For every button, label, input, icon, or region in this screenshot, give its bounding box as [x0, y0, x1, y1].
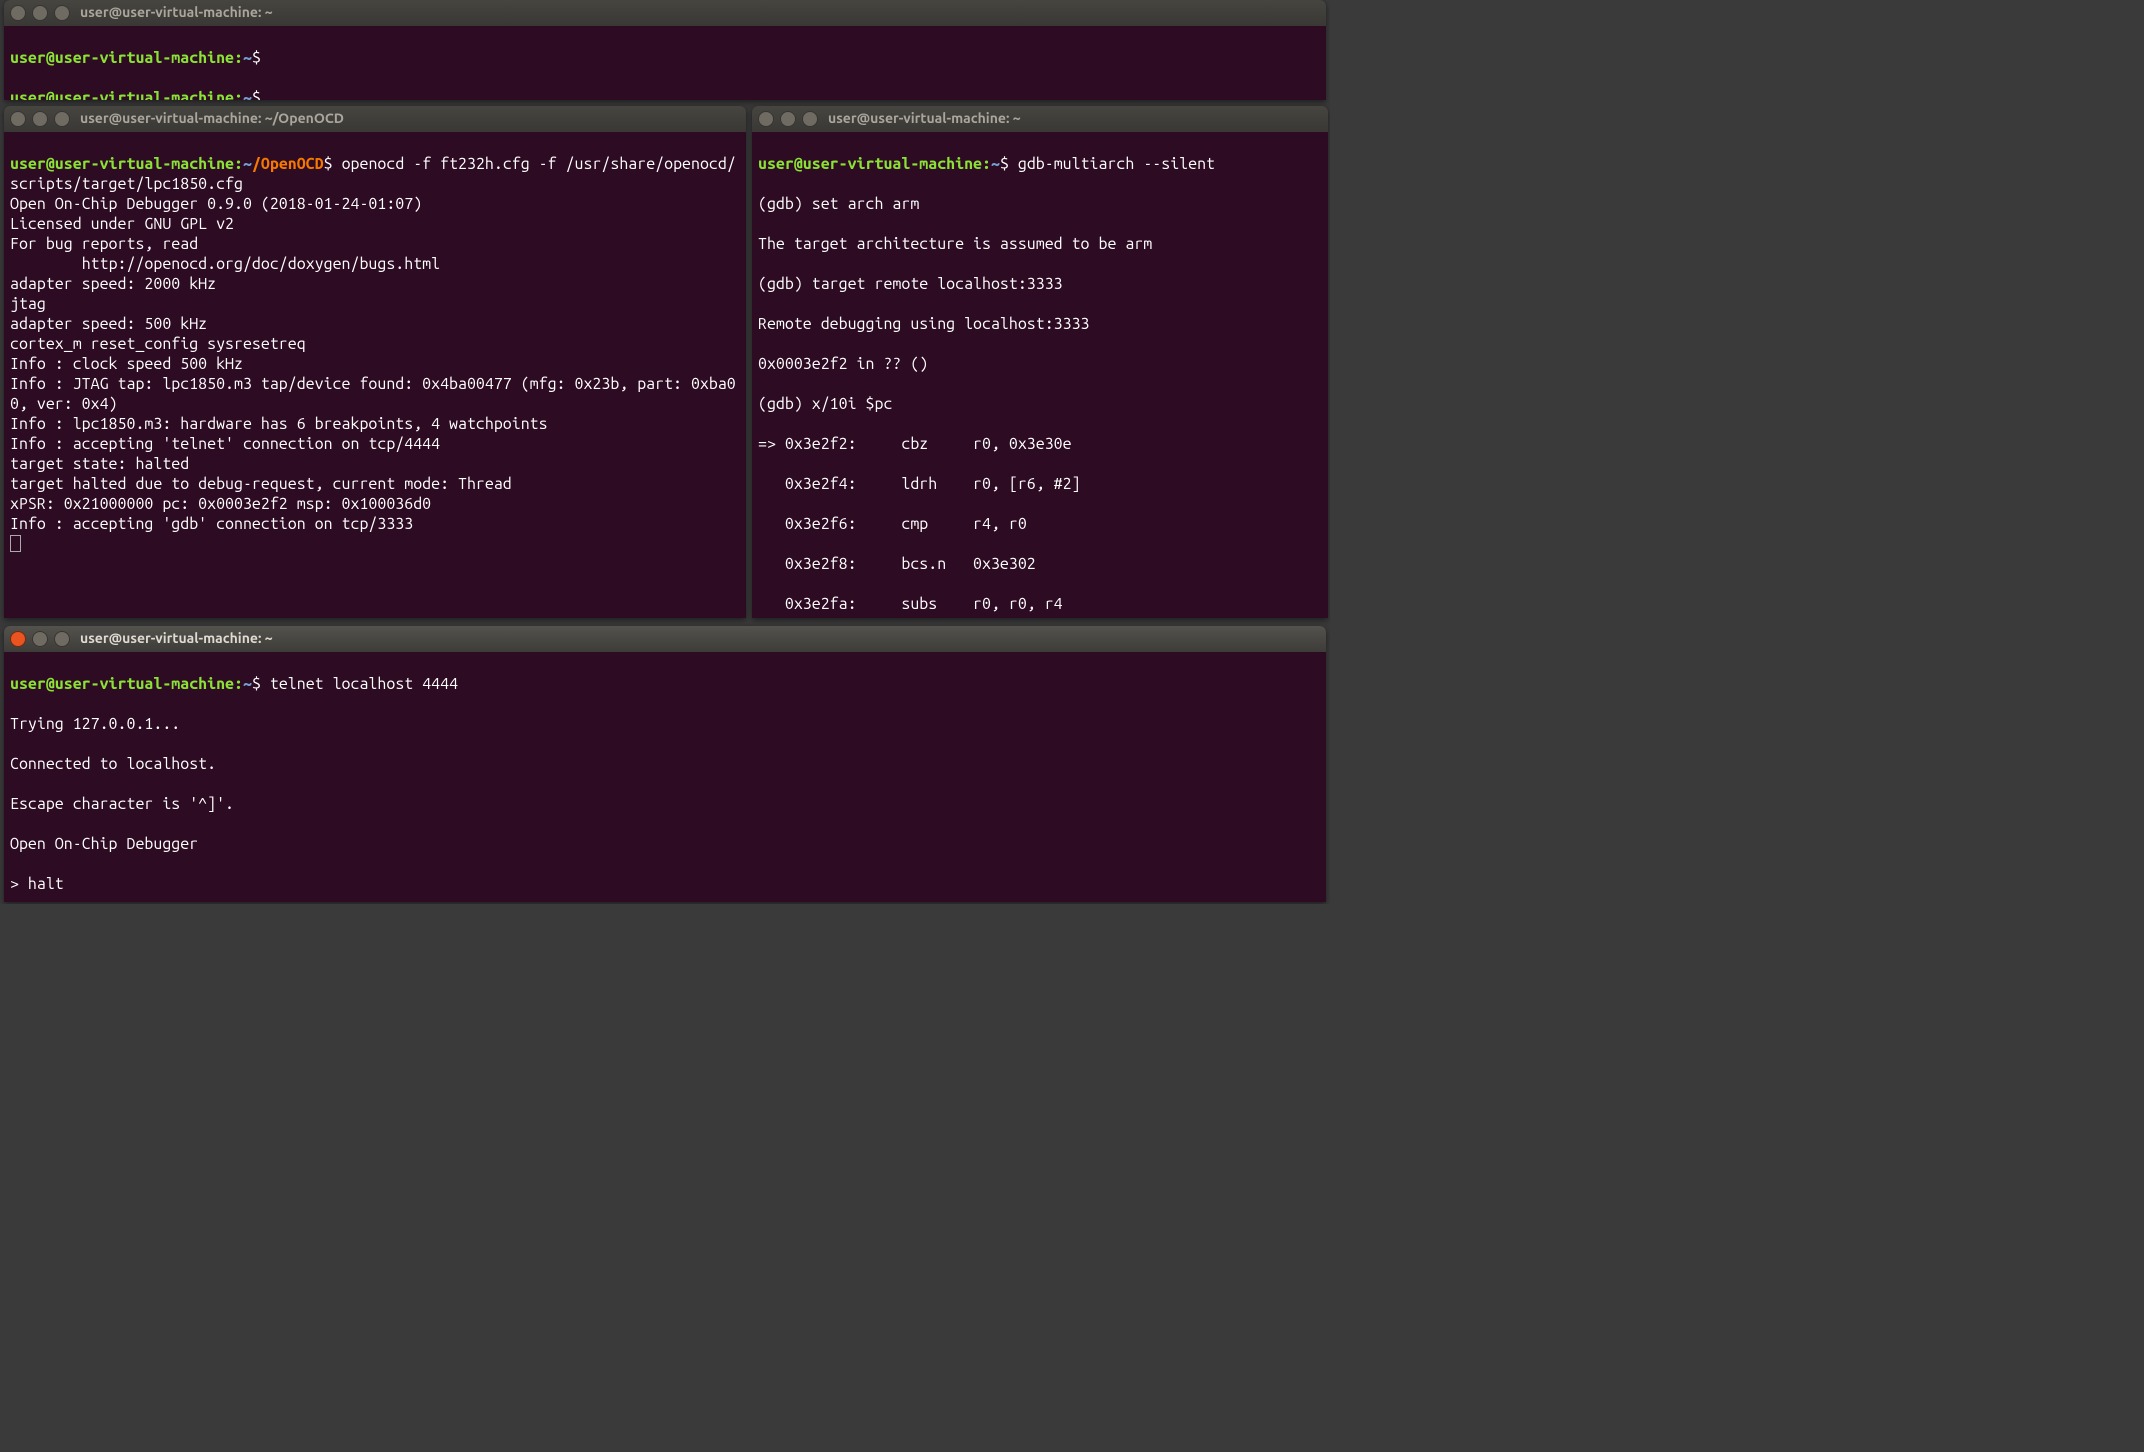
output-line: 0x0003e2f2 in ?? ()	[758, 354, 1322, 374]
output-line: Info : clock speed 500 kHz	[10, 355, 243, 373]
window-title: user@user-virtual-machine: ~/OpenOCD	[80, 110, 344, 128]
output-line: xPSR: 0x21000000 pc: 0x0003e2f2 msp: 0x1…	[10, 495, 431, 513]
output-line: Info : lpc1850.m3: hardware has 6 breakp…	[10, 415, 548, 433]
prompt-user: user@user-virtual-machine	[758, 155, 982, 173]
terminal-window-openocd[interactable]: user@user-virtual-machine: ~/OpenOCD use…	[4, 106, 746, 618]
maximize-icon[interactable]	[54, 631, 70, 647]
terminal-body[interactable]: user@user-virtual-machine:~$ gdb-multiar…	[752, 132, 1328, 618]
maximize-icon[interactable]	[54, 5, 70, 21]
output-line: The target architecture is assumed to be…	[758, 234, 1322, 254]
output-line: > halt	[10, 874, 1320, 894]
output-line: Licensed under GNU GPL v2	[10, 215, 234, 233]
output-line: target state: halted	[10, 455, 189, 473]
output-line: Info : accepting 'telnet' connection on …	[10, 435, 440, 453]
close-icon[interactable]	[10, 631, 26, 647]
output-line: 0x3e2f8: bcs.n 0x3e302	[758, 554, 1322, 574]
cursor-icon	[10, 535, 21, 552]
titlebar[interactable]: user@user-virtual-machine: ~/OpenOCD	[4, 106, 746, 132]
command-line: telnet localhost 4444	[270, 675, 458, 693]
titlebar[interactable]: user@user-virtual-machine: ~	[4, 0, 1326, 26]
prompt-user: user@user-virtual-machine	[10, 49, 234, 67]
minimize-icon[interactable]	[780, 111, 796, 127]
output-line: Info : accepting 'gdb' connection on tcp…	[10, 515, 413, 533]
output-line: (gdb) x/10i $pc	[758, 394, 1322, 414]
prompt-path: ~	[243, 155, 252, 173]
prompt-user: user@user-virtual-machine	[10, 155, 234, 173]
desktop: user@user-virtual-machine: ~ user@user-v…	[0, 0, 1330, 904]
close-icon[interactable]	[10, 5, 26, 21]
output-line: 0x3e2fa: subs r0, r0, r4	[758, 594, 1322, 614]
terminal-window-top[interactable]: user@user-virtual-machine: ~ user@user-v…	[4, 0, 1326, 100]
output-line: (gdb) target remote localhost:3333	[758, 274, 1322, 294]
output-line: 0x3e2f6: cmp r4, r0	[758, 514, 1322, 534]
minimize-icon[interactable]	[32, 631, 48, 647]
output-line: jtag	[10, 295, 46, 313]
output-line: (gdb) set arch arm	[758, 194, 1322, 214]
prompt-path: ~	[243, 49, 252, 67]
prompt-path: ~	[991, 155, 1000, 173]
output-line: Remote debugging using localhost:3333	[758, 314, 1322, 334]
output-line: http://openocd.org/doc/doxygen/bugs.html	[10, 255, 440, 273]
window-title: user@user-virtual-machine: ~	[80, 630, 273, 648]
prompt-user: user@user-virtual-machine	[10, 675, 234, 693]
output-line: cortex_m reset_config sysresetreq	[10, 335, 306, 353]
window-title: user@user-virtual-machine: ~	[80, 4, 273, 22]
prompt-path: ~	[243, 675, 252, 693]
output-line: Escape character is '^]'.	[10, 794, 1320, 814]
window-title: user@user-virtual-machine: ~	[828, 110, 1021, 128]
prompt-path-extra: /OpenOCD	[252, 155, 324, 173]
terminal-body[interactable]: user@user-virtual-machine:~/OpenOCD$ ope…	[4, 132, 746, 580]
minimize-icon[interactable]	[32, 5, 48, 21]
close-icon[interactable]	[758, 111, 774, 127]
output-line: Trying 127.0.0.1...	[10, 714, 1320, 734]
minimize-icon[interactable]	[32, 111, 48, 127]
titlebar[interactable]: user@user-virtual-machine: ~	[752, 106, 1328, 132]
terminal-body[interactable]: user@user-virtual-machine:~$ telnet loca…	[4, 652, 1326, 902]
output-line: Connected to localhost.	[10, 754, 1320, 774]
output-line: Open On-Chip Debugger	[10, 834, 1320, 854]
maximize-icon[interactable]	[802, 111, 818, 127]
command-line: gdb-multiarch --silent	[1018, 155, 1215, 173]
output-line: Open On-Chip Debugger 0.9.0 (2018-01-24-…	[10, 195, 422, 213]
terminal-body[interactable]: user@user-virtual-machine:~$ user@user-v…	[4, 26, 1326, 100]
terminal-window-telnet[interactable]: user@user-virtual-machine: ~ user@user-v…	[4, 626, 1326, 902]
output-line: 0x3e2f4: ldrh r0, [r6, #2]	[758, 474, 1322, 494]
close-icon[interactable]	[10, 111, 26, 127]
output-line: adapter speed: 2000 kHz	[10, 275, 216, 293]
terminal-window-gdb[interactable]: user@user-virtual-machine: ~ user@user-v…	[752, 106, 1328, 618]
output-line: adapter speed: 500 kHz	[10, 315, 207, 333]
output-line: target halted due to debug-request, curr…	[10, 475, 512, 493]
output-line: => 0x3e2f2: cbz r0, 0x3e30e	[758, 434, 1322, 454]
titlebar[interactable]: user@user-virtual-machine: ~	[4, 626, 1326, 652]
maximize-icon[interactable]	[54, 111, 70, 127]
output-line: For bug reports, read	[10, 235, 198, 253]
output-line: Info : JTAG tap: lpc1850.m3 tap/device f…	[10, 375, 736, 413]
